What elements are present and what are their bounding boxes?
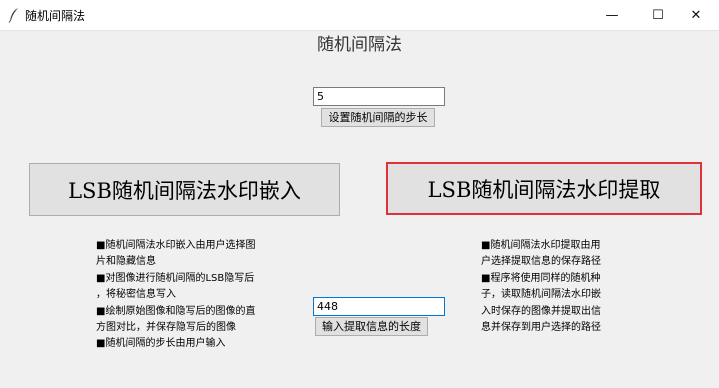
description-line: ■随机间隔法水印嵌入由用户选择图 bbox=[96, 240, 256, 251]
title-bar: 随机间隔法 — ☐ ✕ bbox=[0, 0, 719, 31]
description-line: ■随机间隔的步长由用户输入 bbox=[96, 338, 226, 350]
step-input[interactable]: 5 bbox=[313, 87, 445, 106]
description-line: 户选择提取信息的保存路径 bbox=[481, 256, 601, 268]
description-line: 子，读取随机间隔法水印嵌 bbox=[481, 289, 601, 301]
description-line: 息并保存到用户选择的路径 bbox=[481, 322, 601, 334]
extract-watermark-button[interactable]: LSB随机间隔法水印提取 bbox=[386, 162, 702, 215]
page-title: 随机间隔法 bbox=[317, 35, 402, 55]
extract-description: ■随机间隔法水印提取由用 户选择提取信息的保存路径 ■程序将使用同样的随机种 子，读取… bbox=[481, 238, 601, 336]
description-line: ，将秘密信息写入 bbox=[96, 289, 176, 301]
length-input[interactable]: 448 bbox=[313, 297, 445, 316]
window-title: 随机间隔法 bbox=[25, 9, 86, 23]
embed-watermark-button[interactable]: LSB随机间隔法水印嵌入 bbox=[29, 163, 340, 216]
description-line: 入时保存的图像并提取出信 bbox=[481, 305, 601, 317]
description-line: 片和隐藏信息 bbox=[96, 256, 156, 268]
description-line: ■随机间隔法水印提取由用 bbox=[481, 240, 601, 251]
close-button[interactable]: ✕ bbox=[673, 0, 719, 30]
embed-description: ■随机间隔法水印嵌入由用户选择图 片和隐藏信息 ■对图像进行随机间隔的LSB隐写后 ，… bbox=[96, 238, 255, 353]
set-length-button[interactable]: 输入提取信息的长度 bbox=[315, 317, 428, 336]
description-line: ■对图像进行随机间隔的LSB隐写后 bbox=[96, 272, 255, 284]
description-line: ■绘制原始图像和隐写后的图像的直 bbox=[96, 305, 256, 317]
minimize-button[interactable]: — bbox=[589, 0, 635, 30]
feather-icon bbox=[8, 8, 18, 23]
description-line: ■程序将使用同样的随机种 bbox=[481, 272, 601, 284]
description-line: 方图对比，并保存隐写后的图像 bbox=[96, 322, 236, 334]
set-step-button[interactable]: 设置随机间隔的步长 bbox=[321, 108, 435, 127]
